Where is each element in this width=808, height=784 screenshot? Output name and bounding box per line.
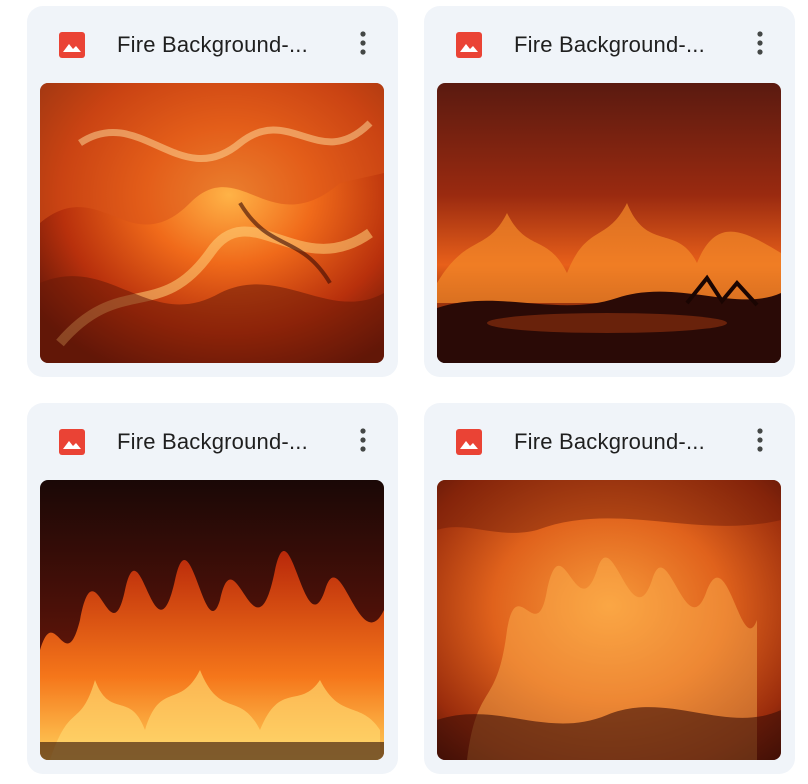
file-name[interactable]: Fire Background-...: [117, 31, 337, 59]
more-vert-icon[interactable]: [346, 423, 380, 457]
more-vert-icon[interactable]: [743, 26, 777, 60]
file-card-header: Fire Background-...: [27, 403, 398, 480]
file-card[interactable]: Fire Background-...: [424, 6, 795, 377]
image-file-icon: [456, 429, 482, 455]
file-thumbnail[interactable]: [437, 480, 781, 760]
file-card[interactable]: Fire Background-...: [27, 6, 398, 377]
file-thumbnail[interactable]: [40, 83, 384, 363]
file-name[interactable]: Fire Background-...: [514, 428, 734, 456]
file-card-header: Fire Background-...: [424, 403, 795, 480]
file-card-header: Fire Background-...: [27, 6, 398, 83]
file-name[interactable]: Fire Background-...: [117, 428, 337, 456]
file-name[interactable]: Fire Background-...: [514, 31, 734, 59]
image-file-icon: [59, 32, 85, 58]
image-file-icon: [456, 32, 482, 58]
more-vert-icon[interactable]: [743, 423, 777, 457]
file-card-header: Fire Background-...: [424, 6, 795, 83]
file-thumbnail[interactable]: [40, 480, 384, 760]
file-card[interactable]: Fire Background-...: [424, 403, 795, 774]
image-file-icon: [59, 429, 85, 455]
more-vert-icon[interactable]: [346, 26, 380, 60]
file-thumbnail[interactable]: [437, 83, 781, 363]
file-card[interactable]: Fire Background-...: [27, 403, 398, 774]
file-grid: Fire Background-... Fire Background-... …: [0, 0, 808, 784]
